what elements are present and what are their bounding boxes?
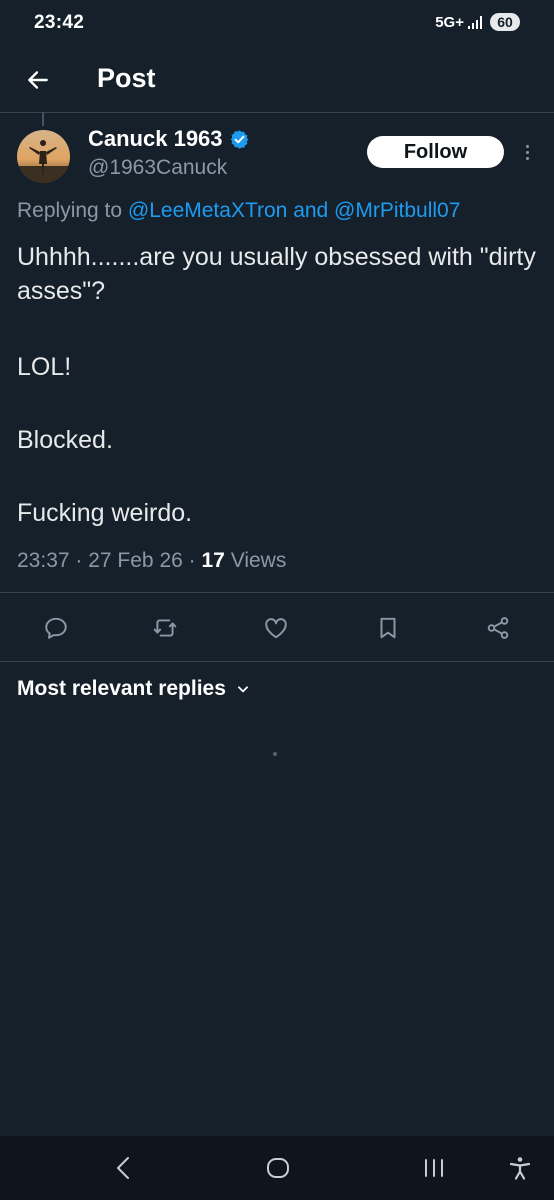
- verified-badge-icon: [229, 129, 250, 150]
- system-back-icon: [117, 1157, 129, 1179]
- views-count[interactable]: 17: [201, 549, 224, 572]
- meta-separator: ·: [69, 549, 89, 572]
- post-text-line: Uhhhh.......are you usually obsessed wit…: [17, 243, 536, 305]
- share-button[interactable]: [485, 615, 511, 641]
- replying-to-users-link[interactable]: @LeeMetaXTron and @MrPitbull07: [128, 199, 461, 222]
- system-recents-icon: [425, 1159, 443, 1177]
- repost-button[interactable]: [152, 615, 178, 641]
- system-back-button[interactable]: [110, 1154, 138, 1182]
- replying-to-prefix: Replying to: [17, 199, 123, 222]
- post-time: 23:37: [17, 549, 70, 572]
- author-name[interactable]: Canuck 1963: [88, 126, 250, 152]
- loading-indicator: [273, 752, 277, 756]
- share-icon: [487, 617, 509, 639]
- system-recents-button[interactable]: [420, 1154, 448, 1182]
- system-home-button[interactable]: [264, 1154, 292, 1182]
- follow-button[interactable]: Follow: [367, 136, 504, 168]
- arrow-left-icon: [28, 71, 48, 89]
- reply-button[interactable]: [43, 615, 69, 641]
- chevron-down-icon: [237, 686, 248, 693]
- status-time: 23:42: [34, 12, 85, 33]
- post-text-line: Fucking weirdo.: [17, 499, 193, 527]
- more-vertical-icon[interactable]: [520, 139, 534, 165]
- back-button[interactable]: [20, 62, 56, 98]
- post-text-line: LOL!: [17, 353, 72, 381]
- post-meta: 23:37 · 27 Feb 26 · 17 Views: [17, 549, 286, 573]
- avatar[interactable]: [17, 130, 70, 183]
- accessibility-icon: [509, 1157, 531, 1180]
- status-bar: 23:42 5G+ 60: [0, 0, 554, 50]
- meta-separator: ·: [182, 549, 202, 572]
- replying-to: Replying to @LeeMetaXTron and @MrPitbull…: [17, 199, 460, 223]
- system-home-icon: [267, 1158, 289, 1178]
- system-navigation-bar: [0, 1136, 554, 1200]
- page-title: Post: [97, 63, 156, 93]
- network-type: 5G+: [435, 13, 464, 31]
- replies-sort-label: Most relevant replies: [17, 677, 226, 700]
- thread-connector-line: [42, 112, 44, 126]
- replies-sort-dropdown[interactable]: Most relevant replies: [17, 677, 250, 701]
- reply-icon: [45, 617, 67, 639]
- status-indicators: 5G+ 60: [435, 13, 520, 31]
- post-text-line: Blocked.: [17, 426, 113, 454]
- action-bar: [0, 592, 554, 662]
- views-label[interactable]: Views: [231, 549, 287, 572]
- signal-icon: [468, 15, 482, 29]
- top-app-bar: Post: [0, 50, 554, 113]
- avatar-image: [17, 130, 70, 183]
- like-icon: [265, 618, 287, 639]
- like-button[interactable]: [263, 615, 289, 641]
- battery-level: 60: [490, 13, 520, 31]
- author-handle[interactable]: @1963Canuck: [88, 156, 227, 180]
- post-date: 27 Feb 26: [88, 549, 183, 572]
- repost-icon: [153, 619, 177, 637]
- accessibility-button[interactable]: [506, 1154, 534, 1182]
- author-name-text: Canuck 1963: [88, 126, 223, 151]
- bookmark-button[interactable]: [375, 615, 401, 641]
- bookmark-icon: [380, 617, 396, 639]
